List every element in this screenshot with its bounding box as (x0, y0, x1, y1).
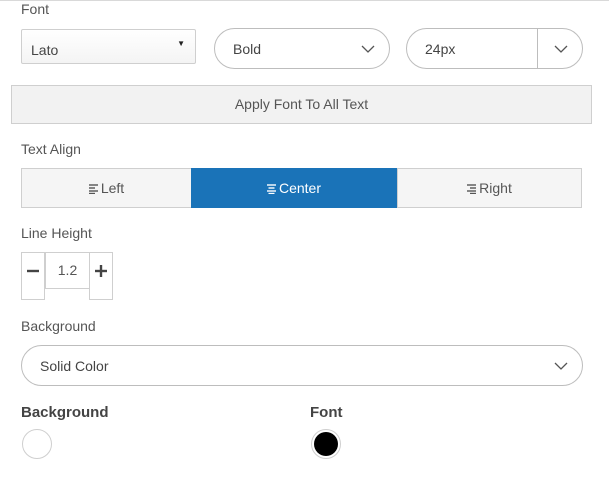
align-left-icon (88, 169, 98, 209)
text-align-label: Text Align (21, 141, 81, 157)
caret-down-icon: ▼ (177, 39, 185, 48)
background-color-fill (25, 432, 49, 456)
font-section-label: Font (21, 1, 50, 17)
chevron-down-icon (554, 362, 568, 370)
line-height-decrease-button[interactable] (21, 252, 45, 300)
top-divider (0, 0, 609, 1)
font-weight-dropdown[interactable]: Bold (214, 28, 390, 69)
font-color-fill (314, 432, 338, 456)
font-weight-value: Bold (233, 41, 262, 57)
font-size-dropdown[interactable]: 24px (406, 28, 583, 69)
background-type-value: Solid Color (40, 358, 109, 374)
background-label: Background (21, 318, 96, 334)
align-center-label: Center (278, 180, 322, 196)
background-color-swatch[interactable] (22, 429, 52, 459)
minus-icon (27, 269, 39, 293)
chevron-down-icon (361, 45, 375, 53)
align-center-icon (266, 169, 276, 209)
font-family-select[interactable]: Lato ▼ (21, 29, 196, 64)
align-right-label: Right (479, 180, 512, 196)
background-type-dropdown[interactable]: Solid Color (21, 345, 583, 386)
apply-font-to-all-button[interactable]: Apply Font To All Text (11, 85, 592, 124)
line-height-label: Line Height (21, 225, 92, 241)
font-family-value: Lato (31, 42, 59, 58)
align-left-label: Left (100, 180, 125, 196)
align-center-button[interactable]: Center (191, 168, 397, 208)
font-size-value: 24px (425, 41, 456, 57)
line-height-input[interactable]: 1.2 (45, 252, 90, 289)
background-color-label: Background (21, 404, 109, 421)
align-right-icon (467, 169, 477, 209)
chevron-down-icon (554, 45, 568, 53)
plus-icon (95, 265, 107, 293)
font-color-swatch[interactable] (311, 429, 341, 459)
divider (537, 29, 538, 68)
align-left-button[interactable]: Left (22, 168, 191, 208)
text-align-group: Left Center Right (21, 168, 582, 208)
line-height-increase-button[interactable] (89, 252, 113, 300)
align-right-button[interactable]: Right (398, 168, 581, 208)
font-color-label: Font (310, 404, 343, 421)
